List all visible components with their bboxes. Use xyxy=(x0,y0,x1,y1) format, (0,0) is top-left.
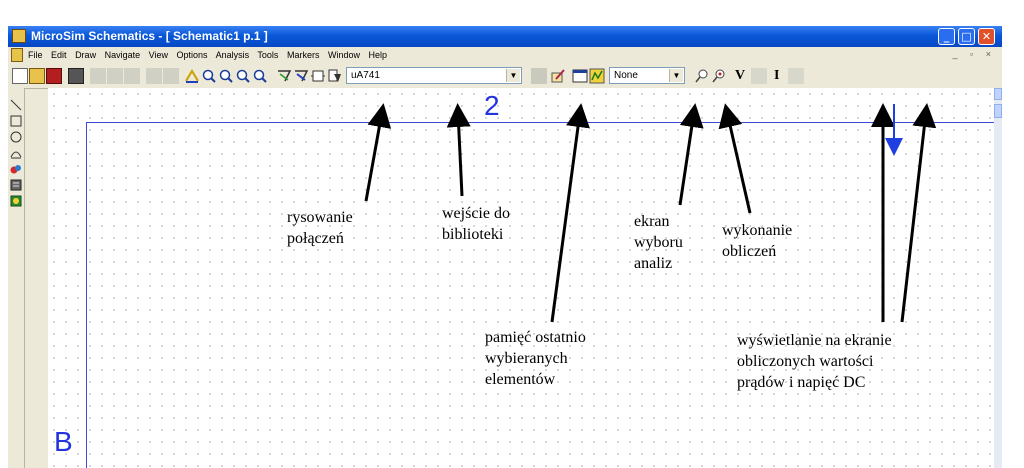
label-draw-wire: rysowanie połączeń xyxy=(287,207,353,249)
undo-icon[interactable] xyxy=(146,68,162,84)
simulate-icon[interactable] xyxy=(589,68,605,84)
title-bar[interactable]: MicroSim Schematics - [ Schematic1 p.1 ]… xyxy=(8,26,1002,47)
zone-label-b: B xyxy=(54,426,73,457)
menu-markers[interactable]: Markers xyxy=(287,50,320,60)
redraw-icon[interactable] xyxy=(184,68,200,84)
close-icon: ✕ xyxy=(981,30,992,43)
chevron-down-icon[interactable]: ▼ xyxy=(506,69,520,82)
menu-tools[interactable]: Tools xyxy=(257,50,278,60)
analysis-setup-icon[interactable] xyxy=(572,68,588,84)
menu-options[interactable]: Options xyxy=(177,50,208,60)
document-window-controls[interactable]: _ ▫ × xyxy=(953,49,996,59)
image-tool-icon[interactable] xyxy=(10,194,22,207)
maximize-button[interactable]: □ xyxy=(958,28,975,45)
menu-items: File Edit Draw Navigate View Options Ana… xyxy=(28,50,393,60)
rectangle-tool-icon[interactable] xyxy=(10,114,22,127)
label-analysis-setup-line1: ekran xyxy=(634,213,670,230)
label-bias-display: wyświetlanie na ekranie obliczonych wart… xyxy=(737,330,892,393)
schematic-canvas[interactable]: 2 B xyxy=(48,88,994,468)
window-title: MicroSim Schematics - [ Schematic1 p.1 ] xyxy=(31,29,268,43)
label-bias-display-line3: prądów i napięć DC xyxy=(737,374,866,391)
label-analysis-setup-line2: wyboru xyxy=(634,234,683,251)
label-recent-parts-line1: pamięć ostatnio xyxy=(485,329,586,346)
label-simulate-line2: obliczeń xyxy=(722,243,777,260)
menu-file[interactable]: File xyxy=(28,50,43,60)
print-icon[interactable] xyxy=(68,68,84,84)
paste-icon[interactable] xyxy=(124,68,140,84)
menu-window[interactable]: Window xyxy=(328,50,360,60)
label-get-part: wejście do biblioteki xyxy=(442,203,510,245)
label-analysis-setup: ekran wyboru analiz xyxy=(634,211,683,274)
save-icon[interactable] xyxy=(46,68,62,84)
circle-tool-icon[interactable] xyxy=(10,130,22,143)
probe-icon[interactable] xyxy=(694,68,710,84)
new-file-icon[interactable] xyxy=(12,68,28,84)
zoom-area-icon[interactable] xyxy=(235,68,251,84)
label-analysis-setup-line3: analiz xyxy=(634,255,673,272)
show-voltage-icon[interactable] xyxy=(751,68,767,84)
toolbar: uA741 ▼ None ▼ V I xyxy=(8,64,1002,89)
sheet-border-top xyxy=(86,122,994,123)
chevron-down-icon[interactable]: ▼ xyxy=(669,69,683,82)
zoom-fit-icon[interactable] xyxy=(252,68,268,84)
label-get-part-line1: wejście do xyxy=(442,205,510,222)
maximize-icon: □ xyxy=(961,30,972,43)
enable-bias-current-display-button[interactable]: I xyxy=(774,69,779,83)
minimize-button[interactable]: _ xyxy=(938,28,955,45)
show-current-icon[interactable] xyxy=(788,68,804,84)
label-bias-display-line2: obliczonych wartości xyxy=(737,353,874,370)
label-simulate: wykonanie obliczeń xyxy=(722,220,792,262)
menu-bar: File Edit Draw Navigate View Options Ana… xyxy=(8,47,1002,64)
scroll-up-icon[interactable] xyxy=(994,88,1002,100)
menu-help[interactable]: Help xyxy=(369,50,388,60)
sheet-border-left xyxy=(86,122,87,468)
menu-edit[interactable]: Edit xyxy=(51,50,67,60)
open-folder-icon[interactable] xyxy=(29,68,45,84)
part-browser-value: uA741 xyxy=(351,70,380,81)
scroll-thumb[interactable] xyxy=(994,104,1002,118)
draw-block-icon[interactable] xyxy=(310,68,326,84)
document-icon[interactable] xyxy=(11,48,23,62)
cut-icon[interactable] xyxy=(90,68,106,84)
menu-analysis[interactable]: Analysis xyxy=(216,50,250,60)
menu-draw[interactable]: Draw xyxy=(75,50,96,60)
label-draw-wire-line2: połączeń xyxy=(287,230,344,247)
vertical-scrollbar[interactable] xyxy=(994,88,1002,468)
zoom-in-icon[interactable] xyxy=(201,68,217,84)
menu-view[interactable]: View xyxy=(149,50,168,60)
label-recent-parts-line3: elementów xyxy=(485,371,556,388)
picture-tool-icon[interactable] xyxy=(10,178,22,191)
text-tool-icon[interactable] xyxy=(10,162,22,174)
left-tool-palette xyxy=(8,88,25,468)
microsim-window: MicroSim Schematics - [ Schematic1 p.1 ]… xyxy=(8,26,1002,468)
edit-attributes-icon[interactable] xyxy=(531,68,547,84)
label-recent-parts: pamięć ostatnio wybieranych elementów xyxy=(485,327,586,390)
menu-navigate[interactable]: Navigate xyxy=(105,50,141,60)
draw-wire-icon[interactable] xyxy=(276,68,292,84)
copy-icon[interactable] xyxy=(107,68,123,84)
label-get-part-line2: biblioteki xyxy=(442,226,504,243)
edit-symbol-icon[interactable] xyxy=(550,68,566,84)
label-draw-wire-line1: rysowanie xyxy=(287,209,353,226)
enable-bias-voltage-display-button[interactable]: V xyxy=(735,69,745,83)
redo-icon[interactable] xyxy=(163,68,179,84)
label-recent-parts-line2: wybieranych xyxy=(485,350,568,367)
minimize-icon: _ xyxy=(943,30,950,43)
setup-combo[interactable]: None ▼ xyxy=(609,67,685,84)
arc-tool-icon[interactable] xyxy=(10,146,22,159)
part-browser-combo[interactable]: uA741 ▼ xyxy=(346,67,522,84)
label-bias-display-line1: wyświetlanie na ekranie xyxy=(737,332,892,349)
app-icon[interactable] xyxy=(12,29,26,43)
label-simulate-line1: wykonanie xyxy=(722,222,793,239)
probe-marker-icon[interactable] xyxy=(711,68,727,84)
close-button[interactable]: ✕ xyxy=(978,28,995,45)
get-part-icon[interactable] xyxy=(327,68,343,84)
line-tool-icon[interactable] xyxy=(10,98,22,111)
zoom-out-icon[interactable] xyxy=(218,68,234,84)
zone-label-2: 2 xyxy=(484,90,500,121)
draw-bus-icon[interactable] xyxy=(293,68,309,84)
setup-combo-value: None xyxy=(614,70,638,81)
